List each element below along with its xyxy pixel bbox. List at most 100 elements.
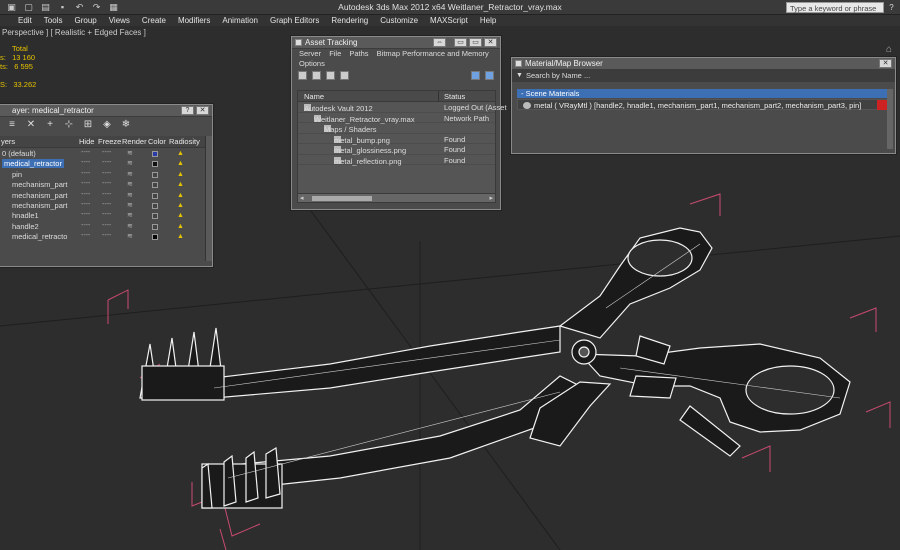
col-hide[interactable]: Hide [79,137,94,146]
menu-file[interactable]: File [329,49,341,58]
freeze-toggle[interactable]: ---- [102,201,111,208]
menu-modifiers[interactable]: Modifiers [172,15,216,26]
col-layers[interactable]: yers [1,137,15,146]
maximize-button[interactable]: ▭ [469,38,482,47]
menu-bitmap-performance[interactable]: Bitmap Performance and Memory [377,49,489,58]
render-toggle-icon[interactable]: ≋ [127,149,133,157]
layer-name[interactable]: handle2 [12,222,39,231]
layer-color-swatch[interactable] [152,203,158,209]
menu-views[interactable]: Views [103,15,136,26]
close-button[interactable]: ✕ [879,59,892,68]
scroll-thumb[interactable] [312,196,372,201]
freeze-toggle[interactable]: ---- [102,170,111,177]
asset-row[interactable]: Maps / Shaders [298,123,495,134]
hide-toggle[interactable]: ---- [81,191,90,198]
hide-all-icon[interactable]: ◈ [102,120,112,130]
radiosity-icon[interactable]: ▲ [177,171,184,178]
layer-color-swatch[interactable] [152,192,158,199]
radiosity-icon[interactable]: ▲ [177,160,184,167]
freeze-toggle[interactable]: ---- [102,211,111,218]
render-toggle-icon[interactable]: ≋ [127,232,133,240]
freeze-toggle[interactable]: ---- [102,180,111,187]
freeze-toggle[interactable]: ---- [102,232,111,239]
close-button[interactable]: ✕ [484,38,497,47]
layer-window-title[interactable]: ayer: medical_retractor ? ✕ [0,105,212,117]
radiosity-icon[interactable]: ▲ [177,212,184,219]
layer-name[interactable]: mechanism_part [12,191,67,200]
hide-toggle[interactable]: ---- [81,232,90,239]
refresh-icon[interactable] [298,71,307,80]
render-toggle-icon[interactable]: ≋ [127,170,133,178]
hide-toggle[interactable]: ---- [81,180,90,187]
col-freeze[interactable]: Freeze [98,137,121,146]
retractor-model[interactable] [139,227,851,509]
layer-color-swatch[interactable] [152,234,158,241]
radiosity-icon[interactable]: ▲ [177,192,184,199]
layer-name[interactable]: medical_retracto [12,232,67,241]
scene-materials-group[interactable]: - Scene Materials [517,89,892,98]
help-icon[interactable]: ? [886,2,897,13]
viewport-label[interactable]: Perspective ] [ Realistic + Edged Faces … [2,28,146,37]
radiosity-icon[interactable]: ▲ [177,202,184,209]
col-radiosity[interactable]: Radiosity [169,137,200,146]
hide-toggle[interactable]: ---- [81,201,90,208]
menu-edit[interactable]: Edit [12,15,38,26]
select-objects-icon[interactable]: ⊹ [64,120,74,130]
tree-view-icon[interactable] [340,71,349,80]
hide-toggle[interactable]: ---- [81,211,90,218]
layer-scrollbar[interactable] [205,136,212,261]
radiosity-icon[interactable]: ▲ [177,233,184,240]
render-toggle-icon[interactable]: ≋ [127,159,133,167]
col-color[interactable]: Color [148,137,166,146]
restore-button[interactable]: ⇔ [433,38,446,47]
menu-server[interactable]: Server [299,49,321,58]
render-toggle-icon[interactable]: ≋ [127,191,133,199]
list-view-icon[interactable] [312,71,321,80]
asset-horizontal-scrollbar[interactable]: ◂ ▸ [297,193,496,203]
layer-row[interactable]: mechanism_part ---- ---- ≋ ▲ [0,201,205,211]
material-item[interactable]: metal ( VRayMtl ) [handle2, hnadle1, mec… [517,99,892,110]
material-search[interactable]: ▼ Search by Name ... [512,70,895,82]
col-render[interactable]: Render [122,137,147,146]
layer-row[interactable]: pin ---- ---- ≋ ▲ [0,170,205,180]
material-window-title[interactable]: Material/Map Browser ✕ [512,58,895,70]
layer-row[interactable]: medical_retractor ---- ---- ≋ ▲ [0,159,205,169]
layer-row[interactable]: mechanism_part ---- ---- ≋ ▲ [0,191,205,201]
layer-name[interactable]: 0 (default) [2,149,36,158]
highlight-layer-icon[interactable]: ⊞ [83,120,93,130]
layer-name[interactable]: mechanism_part [12,180,67,189]
hide-toggle[interactable]: ---- [81,170,90,177]
scroll-right-icon[interactable]: ▸ [489,194,493,202]
menu-create[interactable]: Create [136,15,172,26]
menu-customize[interactable]: Customize [374,15,424,26]
hide-toggle[interactable]: ---- [81,159,90,166]
layer-color-swatch[interactable] [152,223,158,230]
close-button[interactable]: ✕ [196,106,209,115]
material-scrollbar[interactable] [887,89,893,149]
search-input[interactable]: Type a keyword or phrase [786,2,884,13]
layer-name[interactable]: hnadle1 [12,211,39,220]
radiosity-icon[interactable]: ▲ [177,150,184,157]
asset-row[interactable]: metal_bump.png Found [298,134,495,145]
menu-paths[interactable]: Paths [349,49,368,58]
menu-animation[interactable]: Animation [216,15,264,26]
help-button[interactable]: ? [181,106,194,115]
layer-color-swatch[interactable] [152,171,158,178]
menu-group[interactable]: Group [68,15,102,26]
menu-graph-editors[interactable]: Graph Editors [264,15,325,26]
layer-row[interactable]: hnadle1 ---- ---- ≋ ▲ [0,211,205,221]
freeze-all-icon[interactable]: ❄ [121,120,131,130]
layer-name[interactable]: medical_retractor [2,159,64,169]
material-search-input[interactable]: Search by Name ... [526,71,590,80]
hide-toggle[interactable]: ---- [81,149,90,156]
layer-name[interactable]: mechanism_part [12,201,67,210]
add-to-layer-icon[interactable]: + [45,120,55,130]
render-toggle-icon[interactable]: ≋ [127,222,133,230]
render-toggle-icon[interactable]: ≋ [127,201,133,209]
radiosity-icon[interactable]: ▲ [177,181,184,188]
col-status[interactable]: Status [444,92,465,101]
options-dropdown-icon[interactable]: ▼ [516,70,523,82]
layer-row[interactable]: mechanism_part ---- ---- ≋ ▲ [0,180,205,190]
freeze-toggle[interactable]: ---- [102,222,111,229]
create-layer-icon[interactable]: ≡ [7,120,17,130]
